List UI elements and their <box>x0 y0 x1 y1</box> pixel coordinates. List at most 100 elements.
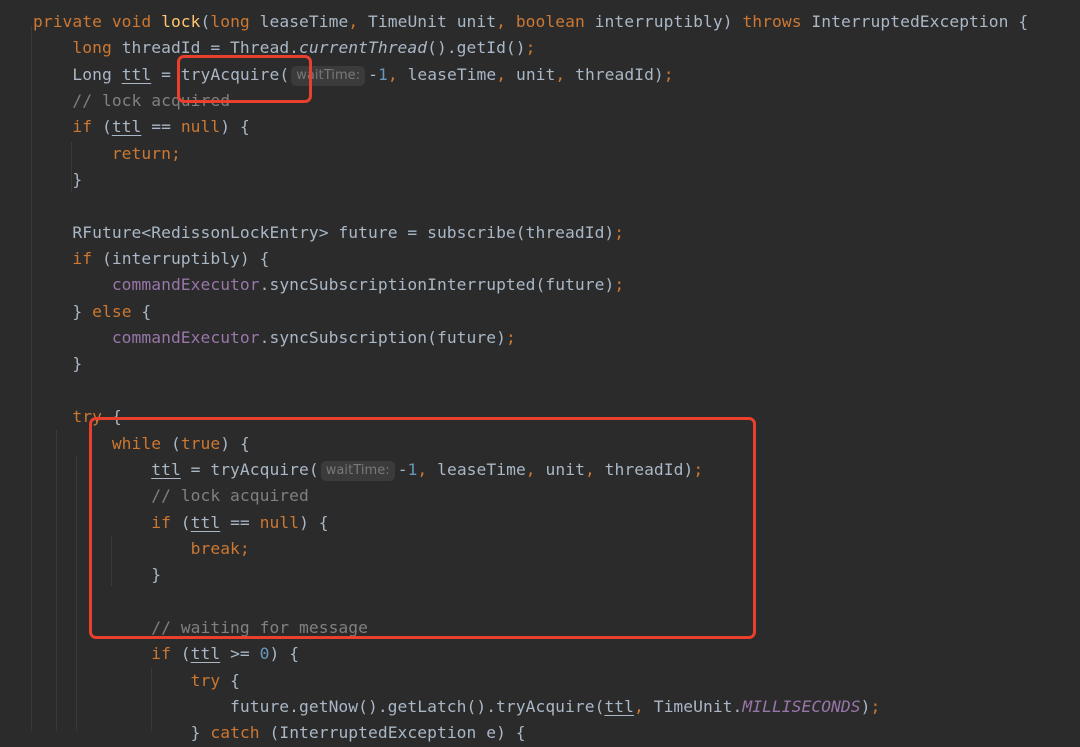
punctuation[interactable]: , <box>634 697 654 716</box>
variable-ttl[interactable]: ttl <box>151 460 181 479</box>
code-line[interactable]: future.getNow().getLatch().tryAcquire(tt… <box>33 694 1028 720</box>
code-text[interactable]: ( <box>181 644 191 663</box>
keyword[interactable]: private <box>33 12 112 31</box>
code-line[interactable]: if (interruptibly) { <box>33 246 1028 272</box>
number-literal[interactable]: 1 <box>378 65 388 84</box>
code-editor[interactable]: private void lock ( long leaseTime, TimeUn… <box>0 0 1080 742</box>
code-text[interactable]: threadId = Thread. <box>122 38 299 57</box>
code-text[interactable]: threadId) <box>575 65 664 84</box>
code-text[interactable]: ) { <box>299 513 329 532</box>
punctuation[interactable]: ; <box>506 328 516 347</box>
keyword[interactable]: else <box>92 302 141 321</box>
code-line[interactable]: long threadId = Thread.currentThread().g… <box>33 35 1028 61</box>
code-text[interactable]: ( <box>102 117 112 136</box>
code-line[interactable]: break; <box>33 536 1028 562</box>
variable-ttl[interactable]: ttl <box>191 513 221 532</box>
code-text[interactable]: ) { <box>220 434 250 453</box>
keyword[interactable]: if <box>72 117 102 136</box>
keyword[interactable]: long <box>72 38 121 57</box>
punctuation[interactable]: ; <box>693 460 703 479</box>
code-line[interactable]: } <box>33 562 1028 588</box>
code-text[interactable]: ) { <box>220 117 250 136</box>
code-text[interactable]: - <box>368 65 378 84</box>
code-text[interactable]: .syncSubscription(future) <box>260 328 506 347</box>
keyword[interactable]: while <box>112 434 171 453</box>
variable-ttl[interactable]: ttl <box>122 65 152 84</box>
punctuation[interactable]: , <box>496 12 516 31</box>
code-line[interactable]: RFuture<RedissonLockEntry> future = subs… <box>33 220 1028 246</box>
code-text[interactable]: leaseTime <box>260 12 349 31</box>
code-text[interactable]: InterruptedException { <box>811 12 1028 31</box>
code-text[interactable]: } <box>72 302 92 321</box>
code-line[interactable] <box>33 193 1028 219</box>
code-text[interactable]: { <box>112 407 122 426</box>
code-text[interactable]: leaseTime <box>437 460 526 479</box>
code-text[interactable]: - <box>398 460 408 479</box>
code-text[interactable]: TimeUnit unit <box>368 12 496 31</box>
keyword[interactable]: boolean <box>516 12 595 31</box>
code-line[interactable]: // lock acquired <box>33 483 1028 509</box>
code-text[interactable]: { <box>141 302 151 321</box>
code-text[interactable]: threadId) <box>605 460 694 479</box>
code-line[interactable]: while (true) { <box>33 431 1028 457</box>
field-name[interactable]: commandExecutor <box>112 328 260 347</box>
static-method[interactable]: currentThread <box>299 38 427 57</box>
code-line[interactable]: if (ttl == null) { <box>33 114 1028 140</box>
punctuation[interactable]: , <box>526 460 546 479</box>
code-text[interactable]: .syncSubscriptionInterrupted(future) <box>260 275 615 294</box>
code-line[interactable]: } <box>33 167 1028 193</box>
code-line[interactable]: return; <box>33 141 1028 167</box>
keyword[interactable]: null <box>181 117 220 136</box>
code-text[interactable]: >= <box>220 644 259 663</box>
code-line[interactable]: if (ttl == null) { <box>33 510 1028 536</box>
code-text[interactable]: leaseTime <box>408 65 497 84</box>
variable-ttl[interactable]: ttl <box>191 644 221 663</box>
code-text[interactable]: unit <box>516 65 555 84</box>
code-line[interactable] <box>33 378 1028 404</box>
code-line[interactable]: private void lock(long leaseTime, TimeUn… <box>33 9 1028 35</box>
code-text[interactable]: { <box>230 671 240 690</box>
punctuation[interactable]: , <box>388 65 408 84</box>
keyword[interactable]: true <box>181 434 220 453</box>
punctuation[interactable]: , <box>417 460 437 479</box>
keyword[interactable]: long <box>210 12 259 31</box>
code-text[interactable]: } <box>191 723 211 742</box>
code-text[interactable]: interruptibly) <box>595 12 743 31</box>
keyword[interactable]: throws <box>742 12 811 31</box>
code-line[interactable]: // lock acquired <box>33 88 1028 114</box>
keyword[interactable]: try <box>72 407 111 426</box>
keyword[interactable]: void <box>112 12 161 31</box>
code-text[interactable]: } <box>72 354 82 373</box>
keyword[interactable]: if <box>151 513 181 532</box>
keyword[interactable]: if <box>151 644 181 663</box>
method-name[interactable]: lock <box>161 12 200 31</box>
punctuation[interactable]: ; <box>526 38 536 57</box>
keyword[interactable]: try <box>191 671 230 690</box>
number-literal[interactable]: 0 <box>260 644 270 663</box>
keyword[interactable]: break; <box>191 539 250 558</box>
code-line[interactable]: try { <box>33 668 1028 694</box>
code-line[interactable]: // waiting for message <box>33 615 1028 641</box>
code-line[interactable]: Long ttl = tryAcquire(waitTime: -1, lease… <box>33 62 1028 88</box>
code-line[interactable]: } <box>33 351 1028 377</box>
punctuation[interactable]: , <box>496 65 516 84</box>
code-text[interactable]: } <box>72 170 82 189</box>
code-text[interactable]: = tryAcquire( <box>151 65 289 84</box>
code-line[interactable]: commandExecutor.syncSubscriptionInterrup… <box>33 272 1028 298</box>
code-line[interactable]: ttl = tryAcquire(waitTime: -1, leaseTime,… <box>33 457 1028 483</box>
punctuation[interactable]: ; <box>870 697 880 716</box>
code-text[interactable]: ) { <box>270 644 300 663</box>
code-text[interactable]: } <box>151 565 161 584</box>
keyword[interactable]: null <box>260 513 299 532</box>
number-literal[interactable]: 1 <box>408 460 418 479</box>
code-text[interactable]: private void lock ( long leaseTime, TimeUn… <box>33 9 1028 747</box>
code-line[interactable]: commandExecutor.syncSubscription(future)… <box>33 325 1028 351</box>
code-text[interactable]: == <box>141 117 180 136</box>
code-text[interactable]: future.getNow().getLatch().tryAcquire( <box>230 697 604 716</box>
code-text[interactable]: (InterruptedException e) { <box>269 723 525 742</box>
code-text[interactable]: TimeUnit. <box>654 697 743 716</box>
code-text[interactable]: = tryAcquire( <box>181 460 319 479</box>
punctuation[interactable]: , <box>585 460 605 479</box>
variable-ttl[interactable]: ttl <box>604 697 634 716</box>
constant[interactable]: MILLISECONDS <box>742 697 860 716</box>
